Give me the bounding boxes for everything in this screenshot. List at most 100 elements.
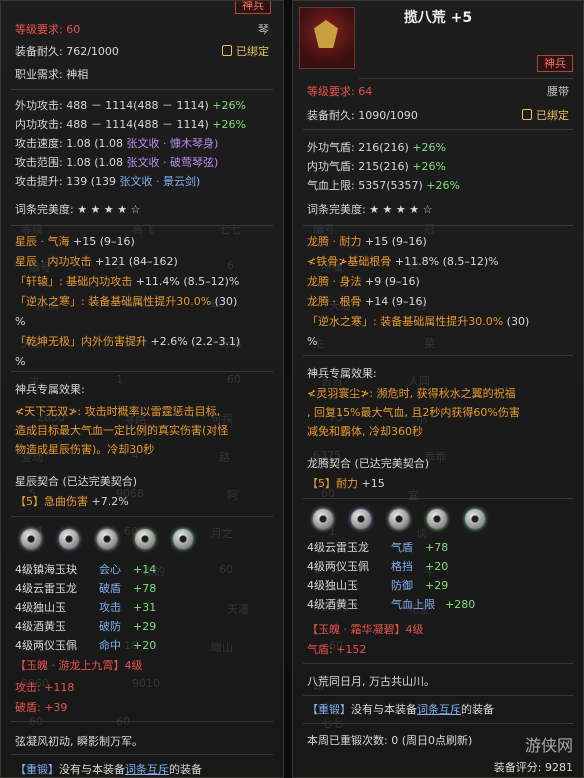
affix-name: % — [307, 335, 318, 348]
jade-name: 4级云雷玉龙 — [15, 582, 77, 595]
shenbing-badge: 神兵 — [235, 1, 271, 14]
affix-value: (30) — [503, 315, 530, 328]
combo-effect: 【5】急曲伤害 +7.2% — [15, 495, 275, 509]
jade-socket-icon[interactable] — [135, 529, 155, 549]
jade-socket-icon[interactable] — [465, 509, 485, 529]
combo-effect: 【5】耐力 +15 — [307, 477, 575, 491]
divider — [303, 225, 573, 226]
special-effect-text: 造成目标最大气血一定比例的真实伤害(对怪 — [15, 424, 229, 437]
affix-value: +15 (9–16) — [69, 235, 135, 248]
jade-stat: 防御 — [391, 579, 413, 592]
jade-socket-icon[interactable] — [427, 509, 447, 529]
affix-row: 「逆水之寒」: 装备基础属性提升30.0% (30) — [307, 315, 575, 329]
jade-socket-icon[interactable] — [351, 509, 371, 529]
jade-socket-icon[interactable] — [21, 529, 41, 549]
special-effect-title: 神兵专属效果: — [307, 367, 377, 380]
jade-row: 4级独山玉 防御 +29 — [307, 579, 575, 593]
affix-row: 龙腾 · 耐力 +15 (9–16) — [307, 235, 575, 249]
reforge-tag: 【重锻】 — [307, 703, 351, 716]
job-requirement: 职业需求: 神相 — [15, 68, 89, 81]
affix-name: 龙腾 · 身法 — [307, 275, 362, 288]
special-effect-text: , 回复15%最大气血, 且2秒内获得60%伤害 — [307, 406, 520, 419]
divider — [11, 516, 273, 517]
jade-socket-icon[interactable] — [97, 529, 117, 549]
jade-row: 4级酒黄玉 气血上限 +280 — [307, 598, 575, 612]
jade-name: 4级两仪玉佩 — [307, 560, 369, 573]
affix-value: +11.4% (8.5–12)% — [132, 275, 240, 288]
jade-row: 4级独山玉 攻击 +31 — [15, 601, 275, 615]
jade-stat: 破盾 — [99, 582, 121, 595]
stat-label: 气血上限: 5357(5357) — [307, 179, 423, 192]
affix-value: +15 (9–16) — [361, 235, 427, 248]
jade-stat: 格挡 — [391, 560, 413, 573]
shenbing-badge: 神兵 — [537, 55, 573, 72]
combo-effect-value: +7.2% — [88, 495, 129, 508]
reforge-tag: 【重锻】 — [15, 763, 59, 776]
combo-effect-value: +15 — [358, 477, 385, 490]
bound-status: 已绑定 — [222, 45, 269, 59]
jade-soul: 【玉魄 · 游龙上九霄】4级 — [15, 659, 143, 672]
jade-socket-icon[interactable] — [389, 509, 409, 529]
stat-bonus: +26% — [208, 118, 246, 131]
reforge-text-end: 的装备 — [461, 703, 494, 716]
affix-row: 星辰 · 气海 +15 (9–16) — [15, 235, 275, 249]
stat-bonus: +26% — [422, 179, 460, 192]
affix-exclusive-link[interactable]: 词条互斥 — [125, 763, 169, 776]
divider — [11, 721, 273, 722]
jade-value: +29 — [133, 620, 157, 633]
jade-name: 4级独山玉 — [307, 579, 358, 592]
stat-row: 内功攻击: 488 － 1114(488 － 1114) +26% — [15, 118, 275, 132]
tooltip-left: 等级 编号 所属 天猫主 2050 爱动 5 1 孤天 吉吉 72 8960 60 高飞 2 9102 60 1 寻… — [0, 0, 284, 778]
jade-row: 4级云雷玉龙 气盾 +78 — [307, 541, 575, 555]
stat-row: 外功攻击: 488 － 1114(488 － 1114) +26% — [15, 99, 275, 113]
panel-gap — [284, 0, 292, 778]
stat-source: 张文收 · 慷木琴身) — [126, 137, 219, 150]
combo-effect-label: 【5】耐力 — [307, 477, 358, 490]
special-effect-text: ≮灵羽寰尘≯: 濒危时, 获得秋水之翼的祝福 — [307, 387, 516, 400]
stat-label: 内功攻击: 488 － 1114(488 － 1114) — [15, 118, 209, 131]
jade-name: 4级镇海玉玦 — [15, 563, 77, 576]
combo-effect-label: 【5】急曲伤害 — [15, 495, 88, 508]
jade-row: 4级云雷玉龙 破盾 +78 — [15, 582, 275, 596]
affix-name: ≮铁骨≯基础根骨 — [307, 255, 392, 268]
jade-value: +78 — [425, 541, 449, 554]
stat-row: 攻击提升: 139 (139 张文收 · 景云剑) — [15, 175, 275, 189]
background-ghost-text: 谈 — [416, 527, 427, 540]
jade-value: +280 — [445, 598, 476, 611]
affix-exclusive-link[interactable]: 词条互斥 — [417, 703, 461, 716]
affix-perfection: 词条完美度: ★ ★ ★ ★ ☆ — [15, 203, 141, 216]
reforge-text-end: 的装备 — [169, 763, 202, 776]
tooltip-right: 编号 所属 天猫主吉吉 73 6375 60 1 1 2050 60 路七七冠阿邪菜人同小乖乖宜谈芊… — [292, 0, 584, 778]
item-type: 腰带 — [547, 85, 569, 98]
combo-title: 龙腾契合 (已达完美契合) — [307, 457, 430, 470]
affix-row: 「轩辕」: 基础内功攻击 +11.4% (8.5–12)% — [15, 275, 275, 289]
affix-name: % — [15, 355, 26, 368]
affix-value: +9 (9–16) — [361, 275, 420, 288]
affix-name: 「乾坤无极」内外伤害提升 — [15, 335, 147, 348]
background-ghost-text: 月之 — [211, 527, 233, 540]
stat-bonus: +26% — [408, 160, 446, 173]
jade-value: +20 — [133, 639, 157, 652]
reforge-line: 【重锻】没有与本装备词条互斥的装备 — [307, 703, 575, 717]
jade-name: 4级酒黄玉 — [307, 598, 358, 611]
affix-perfection: 词条完美度: ★ ★ ★ ★ ☆ — [307, 203, 433, 216]
stat-source: 张文收 · 破莺琴弦) — [126, 156, 219, 169]
divider — [11, 754, 273, 755]
background-ghost-text: 1 — [329, 525, 336, 538]
divider — [303, 695, 573, 696]
jade-socket-icon[interactable] — [313, 509, 333, 529]
bound-label: 已绑定 — [536, 109, 569, 122]
jade-value: +20 — [425, 560, 449, 573]
jade-socket-icon[interactable] — [59, 529, 79, 549]
stat-label: 外功气盾: 216(216) — [307, 141, 409, 154]
stat-label: 外功攻击: 488 － 1114(488 － 1114) — [15, 99, 209, 112]
jade-value: +31 — [133, 601, 157, 614]
special-effect-text: 减免和霸体, 冷却360秒 — [307, 425, 423, 438]
jade-stat: 破防 — [99, 620, 121, 633]
affix-value: (30) — [211, 295, 238, 308]
stat-row: 攻击速度: 1.08 (1.08 张文收 · 慷木琴身) — [15, 137, 275, 151]
divider — [303, 723, 573, 724]
affix-name: 「逆水之寒」: 装备基础属性提升30.0% — [15, 295, 212, 308]
jade-socket-icon[interactable] — [173, 529, 193, 549]
affix-row: 龙腾 · 身法 +9 (9–16) — [307, 275, 575, 289]
